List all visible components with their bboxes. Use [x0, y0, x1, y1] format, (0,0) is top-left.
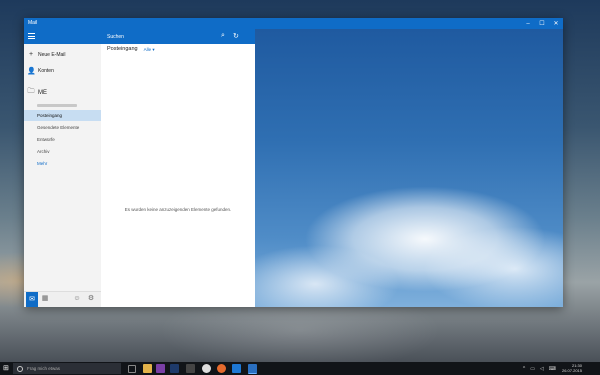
folder-sent[interactable]: Gesendete Elemente: [24, 122, 101, 133]
start-button-icon[interactable]: ⊞: [3, 365, 9, 372]
new-mail-label: Neue E-Mail: [38, 51, 66, 58]
vs-icon[interactable]: [156, 364, 165, 373]
folder-archive[interactable]: Archiv: [24, 146, 101, 157]
accounts-button[interactable]: 👤 Konten: [24, 65, 101, 76]
folder-drafts[interactable]: Entwürfe: [24, 134, 101, 145]
navigation-pane: + Neue E-Mail 👤 Konten 🗀 ME Posteingang …: [24, 29, 101, 307]
folder-label: Archiv: [37, 149, 50, 154]
app-icon[interactable]: [186, 364, 195, 373]
minimize-button[interactable]: –: [521, 18, 535, 29]
empty-list-message: Es wurden keine anzuzeigenden Elemente g…: [124, 207, 232, 212]
folder-label: Gesendete Elemente: [37, 125, 80, 130]
feedback-icon[interactable]: ☺: [73, 295, 81, 303]
mail-window: Mail – ☐ ✕ + Neue E-Mail 👤 Konten 🗀 ME P…: [24, 18, 563, 307]
nav-bottom-bar: ✉ ▦ ☺ ⚙: [24, 291, 101, 307]
taskbar-search[interactable]: Frag mich etwas: [13, 363, 121, 374]
plus-icon: +: [28, 51, 34, 58]
cortana-icon: [17, 365, 23, 372]
hamburger-bar: [24, 29, 101, 44]
more-label: Mehr: [37, 161, 48, 166]
folder-title: Posteingang: [107, 46, 138, 52]
hamburger-menu-icon[interactable]: [28, 33, 35, 39]
search-icon[interactable]: ⌕: [221, 32, 225, 40]
title-bar: Mail – ☐ ✕: [24, 18, 563, 29]
search-input[interactable]: Suchen: [107, 34, 124, 40]
accounts-label: Konten: [38, 67, 54, 74]
settings-gear-icon[interactable]: ⚙: [87, 295, 95, 303]
chevron-up-icon[interactable]: ^: [523, 366, 525, 372]
list-header: Posteingang Alle ▾: [107, 46, 155, 53]
firefox-icon[interactable]: [217, 364, 226, 373]
sync-icon[interactable]: ↻: [233, 32, 239, 40]
volume-icon[interactable]: ◁: [540, 366, 544, 372]
maximize-button[interactable]: ☐: [535, 18, 549, 29]
message-list-pane: Suchen ⌕ ↻ Posteingang Alle ▾ Es wurden …: [101, 29, 256, 307]
reading-pane-background: [255, 29, 563, 307]
taskbar-search-placeholder: Frag mich etwas: [27, 366, 61, 371]
mail-app-icon[interactable]: [248, 364, 257, 374]
account-email-redacted: [37, 104, 77, 107]
network-icon[interactable]: ▭: [530, 366, 535, 372]
account-name: ME: [38, 89, 47, 96]
keyboard-icon[interactable]: ⌨: [549, 366, 556, 372]
window-controls: – ☐ ✕: [521, 18, 563, 29]
new-mail-button[interactable]: + Neue E-Mail: [24, 49, 101, 60]
clock-date: 26.07.2015: [561, 368, 582, 373]
clock[interactable]: 21:30 26.07.2015: [562, 363, 582, 373]
edge-icon[interactable]: [232, 364, 241, 373]
folder-label: Posteingang: [37, 113, 63, 118]
task-view-icon[interactable]: [128, 365, 136, 373]
search-bar: Suchen ⌕ ↻: [101, 29, 255, 44]
folder-inbox[interactable]: Posteingang: [24, 110, 101, 121]
photoshop-icon[interactable]: [170, 364, 179, 373]
media-icon[interactable]: [202, 364, 211, 373]
calendar-icon[interactable]: ▦: [41, 295, 49, 303]
close-button[interactable]: ✕: [549, 18, 563, 29]
window-title: Mail: [28, 20, 38, 26]
person-icon: 👤: [27, 67, 36, 75]
explorer-icon[interactable]: [143, 364, 152, 373]
folder-label: Entwürfe: [37, 137, 55, 142]
taskbar: ⊞ Frag mich etwas ^ ▭ ◁ ⌨ 21:30 26.07.20…: [0, 362, 600, 375]
system-tray: ^ ▭ ◁ ⌨: [523, 366, 556, 372]
mail-icon[interactable]: ✉: [26, 292, 38, 307]
more-folders-link[interactable]: Mehr: [24, 158, 101, 169]
folder-icon: 🗀: [27, 88, 35, 95]
account-header[interactable]: 🗀 ME: [24, 87, 101, 98]
filter-dropdown[interactable]: Alle ▾: [144, 47, 155, 53]
